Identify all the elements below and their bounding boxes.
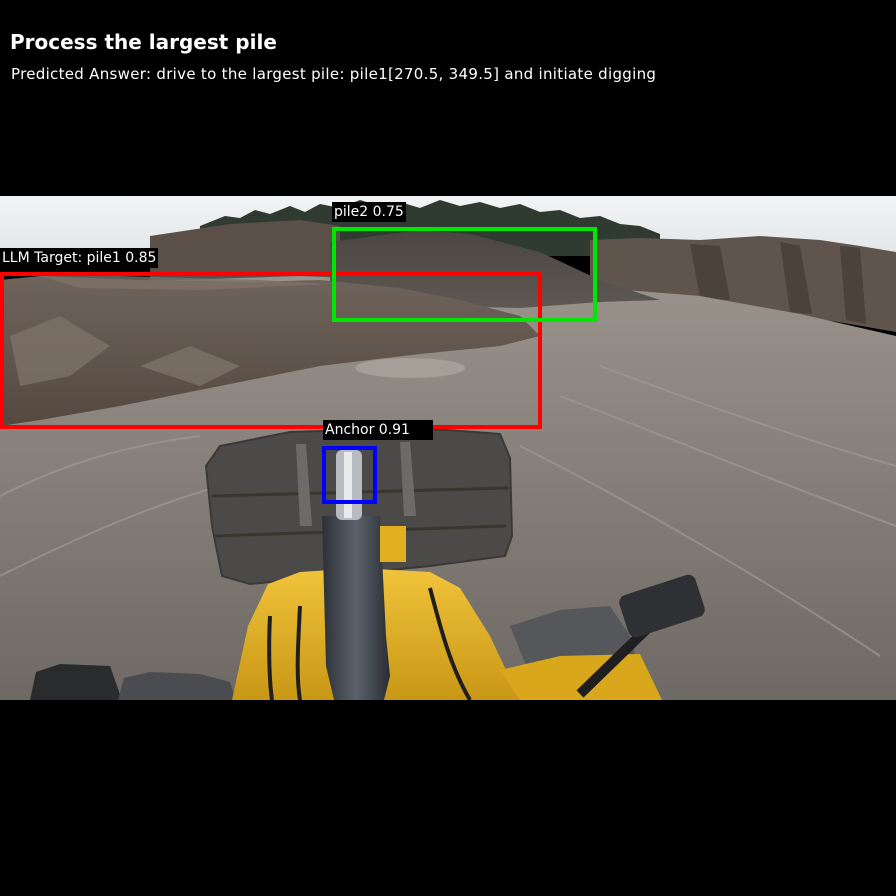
pile2-box [332, 227, 597, 322]
predicted-answer-text: Predicted Answer: drive to the largest p… [11, 65, 657, 83]
cylinder-bracket [380, 526, 406, 562]
hydraulic-cylinder [322, 516, 390, 700]
anchor-box [322, 446, 377, 504]
anchor-label: Anchor 0.91 [323, 420, 433, 440]
annotated-frame-canvas: Process the largest pile Predicted Answe… [0, 0, 896, 896]
tire-left [30, 664, 122, 700]
pile2-label: pile2 0.75 [332, 202, 406, 222]
task-title: Process the largest pile [10, 30, 277, 54]
pile1-target-label: LLM Target: pile1 0.85 [0, 248, 159, 268]
